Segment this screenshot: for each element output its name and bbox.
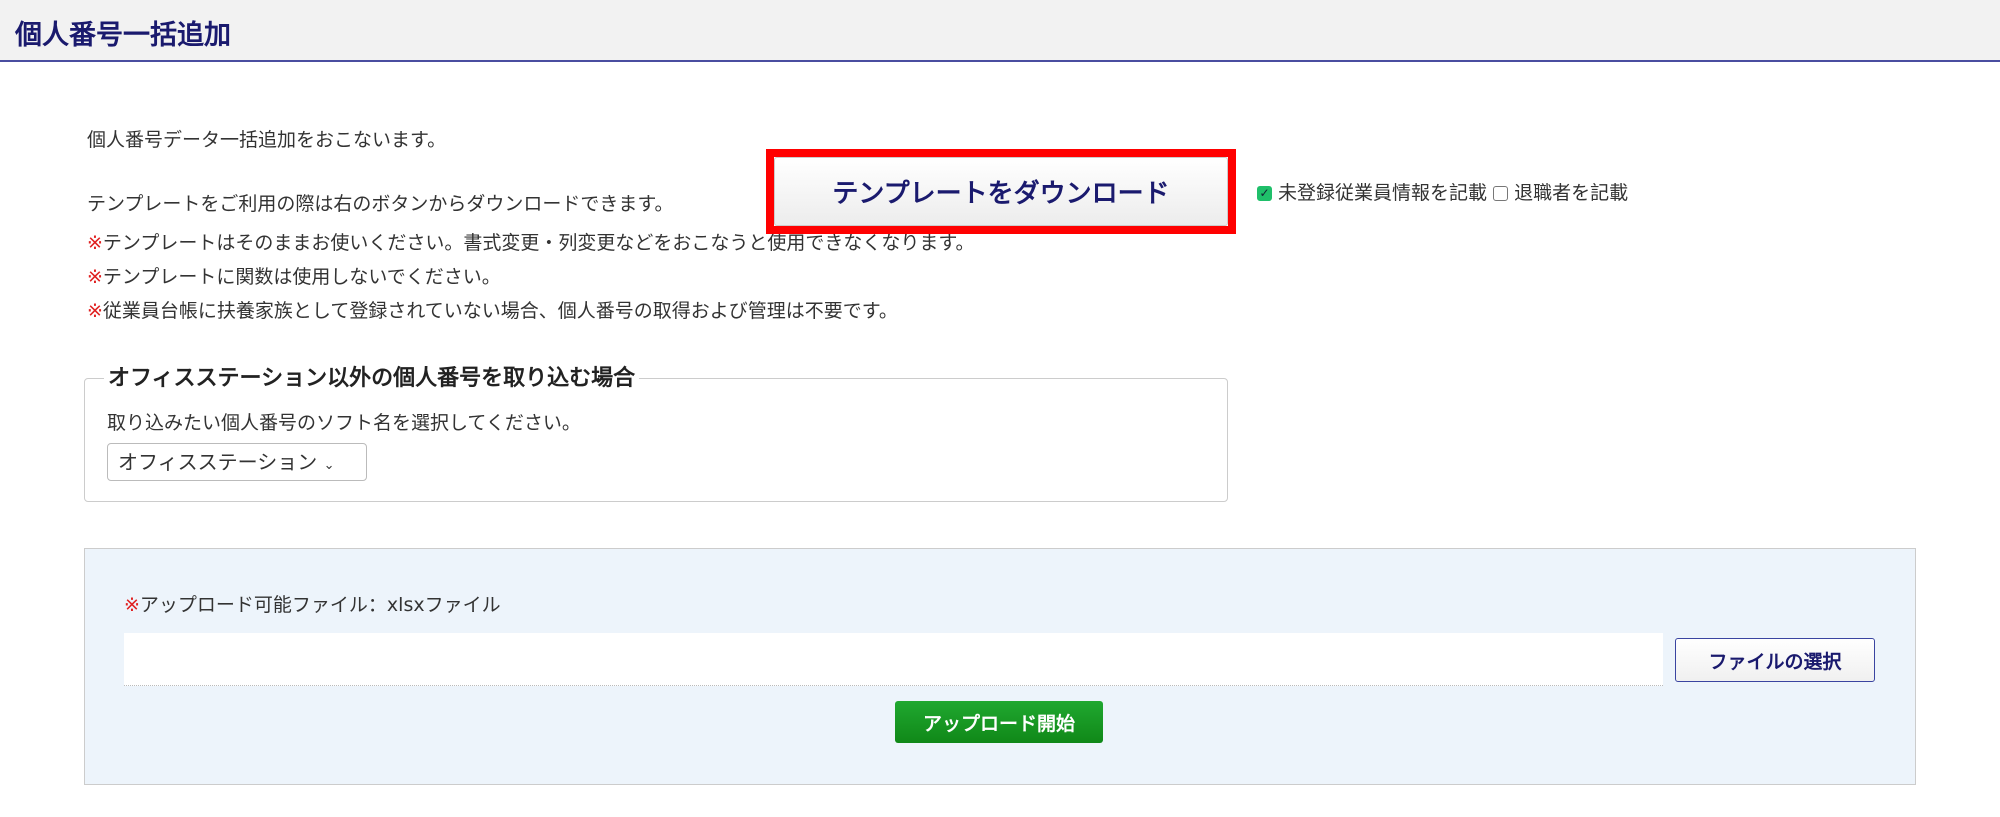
template-text: テンプレートをご利用の際は右のボタンからダウンロードできます。 xyxy=(87,193,674,215)
checkbox-checked-icon[interactable]: ✓ xyxy=(1257,186,1272,201)
download-template-button[interactable]: テンプレートをダウンロード xyxy=(774,157,1228,226)
upload-start-button[interactable]: アップロード開始 xyxy=(895,701,1103,743)
note-mark: ※ xyxy=(87,300,103,322)
page-title: 個人番号一括追加 xyxy=(15,20,231,51)
download-highlight: テンプレートをダウンロード xyxy=(766,149,1236,234)
note-text: 従業員台帳に扶養家族として登録されていない場合、個人番号の取得および管理は不要で… xyxy=(102,300,898,322)
page-header: 個人番号一括追加 xyxy=(0,0,2000,62)
note-mark: ※ xyxy=(124,594,140,616)
checkbox-unchecked-icon[interactable] xyxy=(1493,186,1509,201)
note-mark: ※ xyxy=(87,266,103,288)
upload-note: ※アップロード可能ファイル：xlsxファイル xyxy=(124,590,501,617)
option-label: 未登録従業員情報を記載 xyxy=(1278,182,1488,204)
note-3: ※従業員台帳に扶養家族として登録されていない場合、個人番号の取得および管理は不要… xyxy=(87,296,898,323)
choose-file-button[interactable]: ファイルの選択 xyxy=(1675,638,1875,682)
software-select[interactable]: オフィスステーション ⌄ xyxy=(107,443,367,481)
note-text: テンプレートはそのままお使いください。書式変更・列変更などをおこなうと使用できな… xyxy=(102,232,975,254)
import-fieldset xyxy=(84,378,1228,502)
note-text: テンプレートに関数は使用しないでください。 xyxy=(102,266,501,288)
intro-text: 個人番号データ一括追加をおこないます。 xyxy=(87,129,447,151)
upload-note-text: アップロード可能ファイル：xlsxファイル xyxy=(139,594,501,616)
option-unregistered[interactable]: ✓ 未登録従業員情報を記載 退職者を記載 xyxy=(1257,178,1628,205)
option-label: 退職者を記載 xyxy=(1514,182,1629,204)
note-mark: ※ xyxy=(87,232,103,254)
import-instruction: 取り込みたい個人番号のソフト名を選択してください。 xyxy=(107,412,581,434)
chevron-down-icon: ⌄ xyxy=(323,458,335,473)
import-legend: オフィスステーション以外の個人番号を取り込む場合 xyxy=(104,360,640,392)
file-path-input[interactable] xyxy=(124,633,1663,686)
note-2: ※テンプレートに関数は使用しないでください。 xyxy=(87,262,501,289)
selected-software: オフィスステーション xyxy=(118,450,318,474)
